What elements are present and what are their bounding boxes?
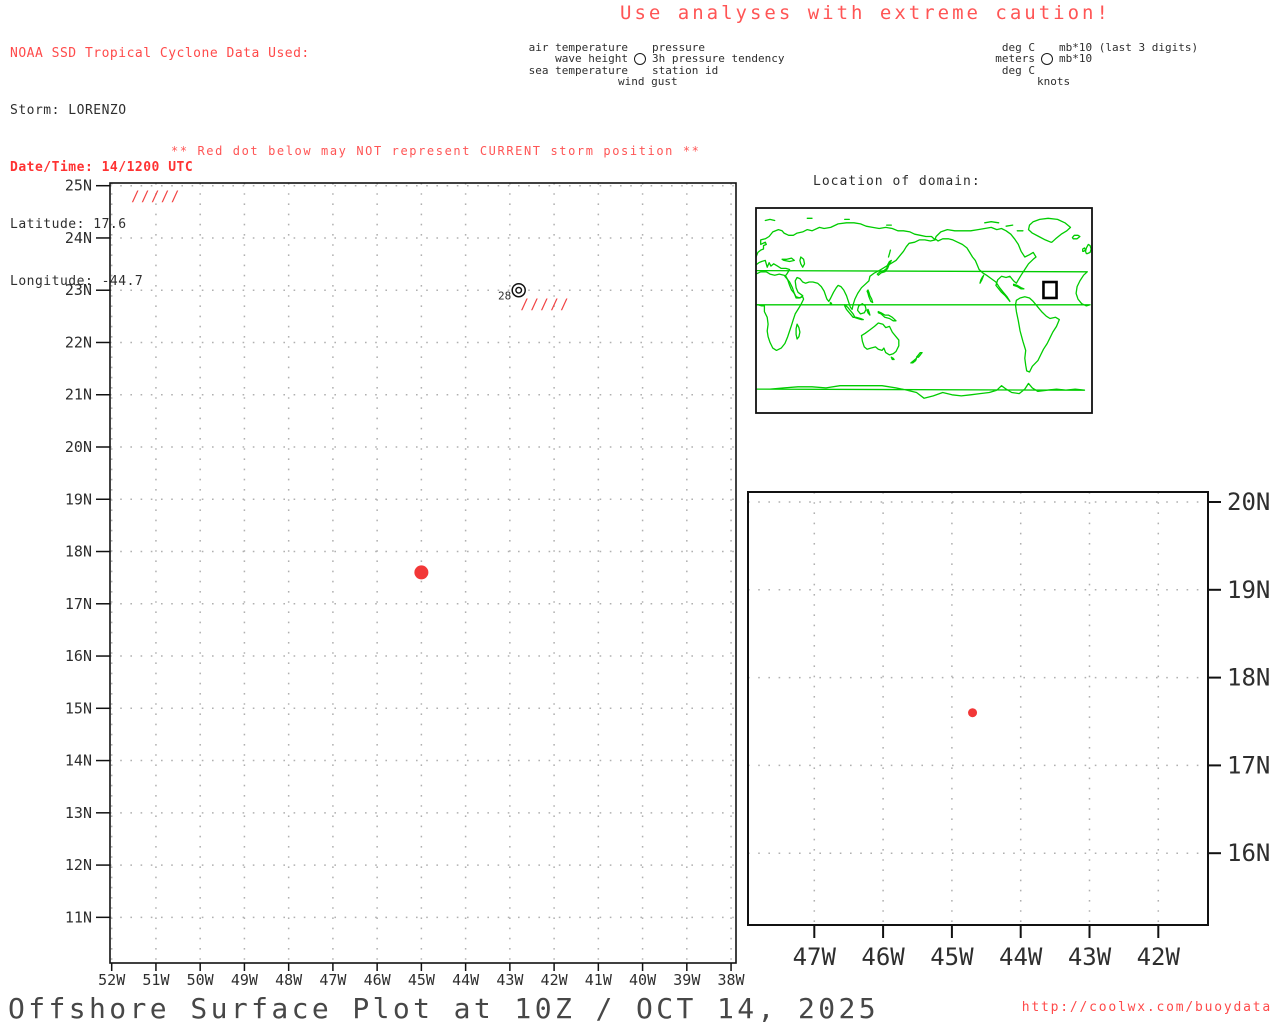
coastline: [910, 357, 918, 364]
units-wind-gust: knots: [1037, 74, 1071, 88]
main-map-lon-label: 47W: [319, 971, 347, 989]
offshore-surface-plot-page: { "header": { "source_line": "NOAA SSD T…: [0, 0, 1280, 1025]
main-map-lat-label: 17N: [65, 595, 92, 613]
coastline: [755, 382, 1086, 399]
coastline: [979, 274, 985, 284]
zoom-map-lat-label: 18N: [1227, 664, 1270, 692]
station-circle-icon: [1041, 52, 1053, 65]
caution-banner: Use analyses with extreme caution!: [620, 2, 1111, 24]
main-map-lon-label: 48W: [275, 971, 303, 989]
coastline: [915, 351, 923, 358]
main-map-lon-label: 42W: [541, 971, 569, 989]
main-map-lon-label: 50W: [187, 971, 215, 989]
station-model-legend: air temperature pressure wave height 3h …: [528, 42, 785, 88]
main-map-lon-label: 44W: [452, 971, 480, 989]
coastline: [877, 310, 897, 322]
data-source-line: NOAA SSD Tropical Cyclone Data Used:: [10, 46, 310, 61]
main-map-lat-label: 22N: [65, 333, 92, 351]
main-map-lon-label: 38W: [718, 971, 746, 989]
main-map-lat-label: 11N: [65, 908, 92, 926]
coastline: [887, 249, 892, 258]
main-map-lat-label: 16N: [65, 647, 92, 665]
main-map-lat-label: 14N: [65, 752, 92, 770]
main-map-lon-label: 52W: [98, 971, 126, 989]
main-map-lon-label: 49W: [231, 971, 259, 989]
storm-info-block: NOAA SSD Tropical Cyclone Data Used: Sto…: [10, 6, 310, 310]
coastline: [1084, 243, 1092, 255]
hatch-marks: /////: [520, 297, 570, 313]
units-pressure-tendency: mb*10: [1059, 52, 1093, 66]
coastline: [1071, 234, 1081, 240]
coastline: [1005, 224, 1014, 227]
zoom-map-lon-label: 46W: [861, 943, 905, 971]
zoom-map-frame: [747, 491, 1209, 926]
main-map-lon-label: 40W: [629, 971, 657, 989]
main-map-lon-label: 51W: [142, 971, 170, 989]
coastline: [1012, 283, 1025, 290]
legend-sea-temperature: sea temperature: [528, 63, 628, 77]
main-map-lon-label: 41W: [585, 971, 613, 989]
main-map-lat-label: 20N: [65, 438, 92, 456]
world-map: [755, 207, 1093, 414]
zoom-map-lon-label: 45W: [930, 943, 974, 971]
main-map-lat-label: 15N: [65, 699, 92, 717]
zoom-map-lat-label: 17N: [1227, 751, 1270, 779]
domain-map-title: Location of domain:: [813, 174, 981, 189]
station-outer-circle: [511, 282, 526, 298]
coastline: [764, 218, 776, 222]
zoom-map-lat-label: 20N: [1227, 488, 1270, 516]
legend-pressure-tendency: 3h pressure tendency: [652, 52, 785, 66]
latitude-line: Latitude: 17.6: [10, 217, 127, 232]
main-map-lat-label: 21N: [65, 386, 92, 404]
main-map-lat-label: 19N: [65, 490, 92, 508]
units-sea-temperature: deg C: [1001, 63, 1035, 77]
main-map-lat-label: 13N: [65, 804, 92, 822]
zoom-map-lon-label: 44W: [999, 943, 1043, 971]
main-map-lon-label: 39W: [673, 971, 701, 989]
coastline: [799, 256, 806, 268]
coastline: [984, 221, 1000, 224]
coastline: [934, 226, 1037, 303]
coastline: [1027, 217, 1072, 243]
coastline: [866, 289, 874, 304]
coastline: [866, 308, 871, 316]
zoom-map-lat-label: 16N: [1227, 839, 1270, 867]
coastline: [853, 316, 864, 321]
source-url: http://coolwx.com/buoydata: [1021, 1000, 1272, 1015]
coastline: [1082, 247, 1087, 252]
storm-name-line: Storm: LORENZO: [10, 103, 127, 118]
storm-position-dot: [968, 708, 978, 718]
world-map-frame: [755, 207, 1093, 414]
station-circle-icon: [634, 52, 646, 65]
main-map-lon-label: 46W: [364, 971, 392, 989]
coastline: [755, 269, 1091, 307]
coastline: [755, 222, 936, 311]
zoom-map-lon-label: 42W: [1137, 943, 1181, 971]
units-wave-height: meters: [995, 52, 1035, 66]
storm-position-warning: ** Red dot below may NOT represent CURRE…: [171, 144, 701, 158]
coastline: [890, 356, 895, 361]
plot-main-title: Offshore Surface Plot at 10Z / OCT 14, 2…: [8, 992, 880, 1025]
storm-position-dot: [414, 565, 429, 580]
coastline: [1014, 296, 1060, 373]
coastline: [795, 323, 801, 340]
legend-wind-gust: wind gust: [618, 74, 678, 88]
datetime-line: Date/Time: 14/1200 UTC: [10, 160, 194, 175]
longitude-line: Longitude: -44.7: [10, 274, 144, 289]
coastline: [829, 301, 833, 306]
main-map-lon-label: 43W: [496, 971, 524, 989]
zoom-map: 47W 46W 45W 44W 43W 42W 20N 19N 18N 17N 16N: [747, 488, 1270, 971]
domain-location-box: [1042, 280, 1058, 300]
main-map-lat-label: 18N: [65, 543, 92, 561]
zoom-map-lat-label: 19N: [1227, 576, 1270, 604]
coastline: [781, 257, 795, 263]
station-units-legend: deg C mb*10 (last 3 digits) meters mb*10…: [962, 42, 1198, 87]
main-map-lon-label: 45W: [408, 971, 436, 989]
zoom-map-lon-label: 43W: [1068, 943, 1112, 971]
main-map-lat-label: 12N: [65, 856, 92, 874]
legend-wave-height: wave height: [555, 52, 628, 66]
station-value: 28: [498, 290, 511, 303]
coastline: [860, 322, 900, 356]
zoom-map-lon-label: 47W: [793, 943, 837, 971]
